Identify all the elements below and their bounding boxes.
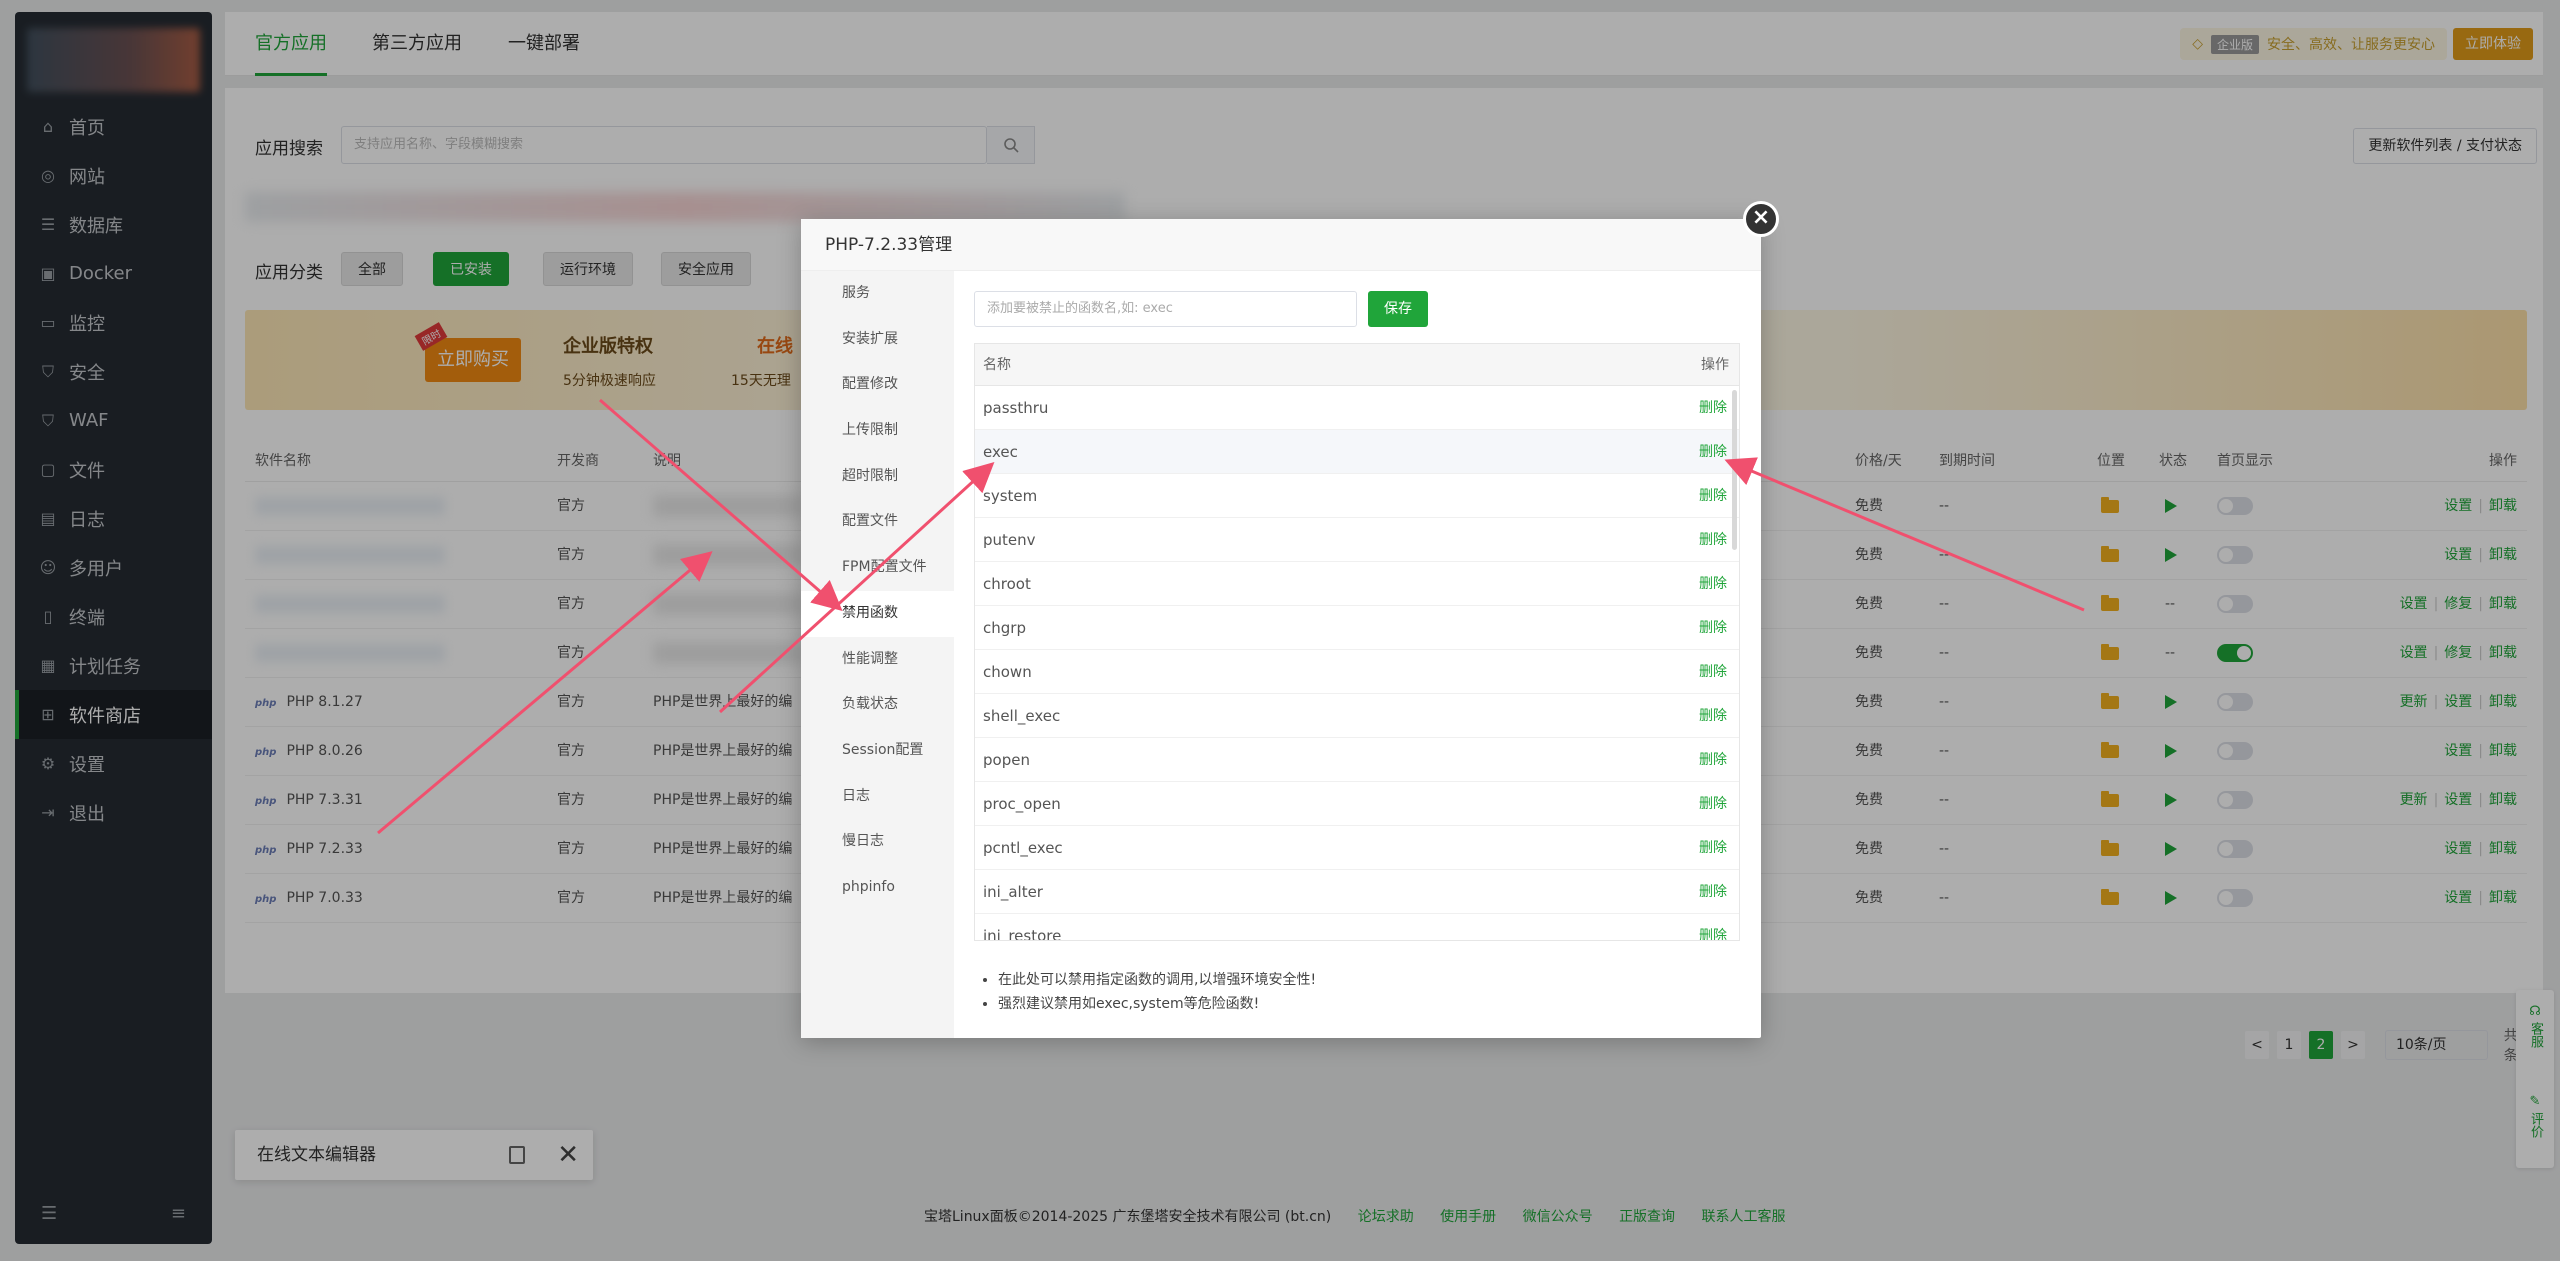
col-op: 操作 <box>1701 357 1729 373</box>
function-row: popen 删除 <box>975 738 1739 782</box>
function-name: ini_restore <box>983 927 1062 941</box>
function-row: shell_exec 删除 <box>975 694 1739 738</box>
function-row: system 删除 <box>975 474 1739 518</box>
function-name: shell_exec <box>983 707 1061 725</box>
function-name-input[interactable]: 添加要被禁止的函数名,如: exec <box>974 291 1357 327</box>
modal-menu-item-4[interactable]: 超时限制 <box>801 454 954 500</box>
table-scrollbar[interactable] <box>1732 390 1737 550</box>
function-row: ini_alter 删除 <box>975 870 1739 914</box>
function-name: popen <box>983 751 1030 769</box>
delete-button[interactable]: 删除 <box>1699 738 1727 782</box>
modal-menu-item-1[interactable]: 安装扩展 <box>801 317 954 363</box>
modal-menu-item-10[interactable]: Session配置 <box>801 728 954 774</box>
modal-close-button[interactable]: × <box>1743 201 1779 237</box>
tip-item: 强烈建议禁用如exec,system等危险函数! <box>998 992 1316 1016</box>
function-row: exec 删除 <box>975 430 1739 474</box>
functions-table-body: passthru 删除 exec 删除 system 删除 putenv 删除 chroot 删除… <box>975 386 1739 941</box>
functions-table-header: 名称 操作 <box>975 344 1739 386</box>
delete-button[interactable]: 删除 <box>1699 386 1727 430</box>
delete-button[interactable]: 删除 <box>1699 430 1727 474</box>
modal-menu-item-6[interactable]: FPM配置文件 <box>801 545 954 591</box>
modal-menu-item-3[interactable]: 上传限制 <box>801 408 954 454</box>
delete-button[interactable]: 删除 <box>1699 474 1727 518</box>
function-row: passthru 删除 <box>975 386 1739 430</box>
disabled-functions-panel: 添加要被禁止的函数名,如: exec 保存 名称 操作 passthru 删除 ex… <box>954 271 1761 1038</box>
function-name: chroot <box>983 575 1031 593</box>
tips-list: 在此处可以禁用指定函数的调用,以增强环境安全性! 强烈建议禁用如exec,sys… <box>980 968 1316 1016</box>
delete-button[interactable]: 删除 <box>1699 826 1727 870</box>
delete-button[interactable]: 删除 <box>1699 606 1727 650</box>
modal-menu-item-5[interactable]: 配置文件 <box>801 499 954 545</box>
modal-menu-item-9[interactable]: 负载状态 <box>801 682 954 728</box>
col-name: 名称 <box>983 357 1011 373</box>
delete-button[interactable]: 删除 <box>1699 782 1727 826</box>
function-name: chown <box>983 663 1032 681</box>
delete-button[interactable]: 删除 <box>1699 562 1727 606</box>
function-name: proc_open <box>983 795 1061 813</box>
function-row: chroot 删除 <box>975 562 1739 606</box>
tip-item: 在此处可以禁用指定函数的调用,以增强环境安全性! <box>998 968 1316 992</box>
modal-menu-item-0[interactable]: 服务 <box>801 271 954 317</box>
function-row: chown 删除 <box>975 650 1739 694</box>
modal-title: PHP-7.2.33管理 <box>801 219 1761 271</box>
function-name: passthru <box>983 399 1049 417</box>
modal-menu-item-12[interactable]: 慢日志 <box>801 819 954 865</box>
function-row: ini_restore 删除 <box>975 914 1739 941</box>
function-row: putenv 删除 <box>975 518 1739 562</box>
php-manage-modal: PHP-7.2.33管理 × 服务 安装扩展 配置修改 上传限制 超时限制 配置文件 FPM… <box>801 201 1779 1038</box>
disabled-functions-table: 名称 操作 passthru 删除 exec 删除 system 删除 putenv 删除 ch… <box>974 343 1740 941</box>
delete-button[interactable]: 删除 <box>1699 650 1727 694</box>
modal-menu-item-13[interactable]: phpinfo <box>801 865 954 911</box>
function-name: system <box>983 487 1038 505</box>
modal-menu-item-2[interactable]: 配置修改 <box>801 362 954 408</box>
save-button[interactable]: 保存 <box>1368 291 1428 327</box>
function-row: proc_open 删除 <box>975 782 1739 826</box>
function-name: putenv <box>983 531 1036 549</box>
delete-button[interactable]: 删除 <box>1699 694 1727 738</box>
function-name: ini_alter <box>983 883 1043 901</box>
modal-side-menu: 服务 安装扩展 配置修改 上传限制 超时限制 配置文件 FPM配置文件 禁用函数 性能调整 负载状… <box>801 271 954 1038</box>
function-name: chgrp <box>983 619 1026 637</box>
delete-button[interactable]: 删除 <box>1699 870 1727 914</box>
modal-menu-item-8[interactable]: 性能调整 <box>801 637 954 683</box>
function-row: chgrp 删除 <box>975 606 1739 650</box>
delete-button[interactable]: 删除 <box>1699 518 1727 562</box>
delete-button[interactable]: 删除 <box>1699 914 1727 940</box>
modal-menu-item-7[interactable]: 禁用函数 <box>801 590 954 637</box>
function-name: pcntl_exec <box>983 839 1063 857</box>
modal-menu-item-11[interactable]: 日志 <box>801 774 954 820</box>
function-name: exec <box>983 443 1018 461</box>
function-row: pcntl_exec 删除 <box>975 826 1739 870</box>
